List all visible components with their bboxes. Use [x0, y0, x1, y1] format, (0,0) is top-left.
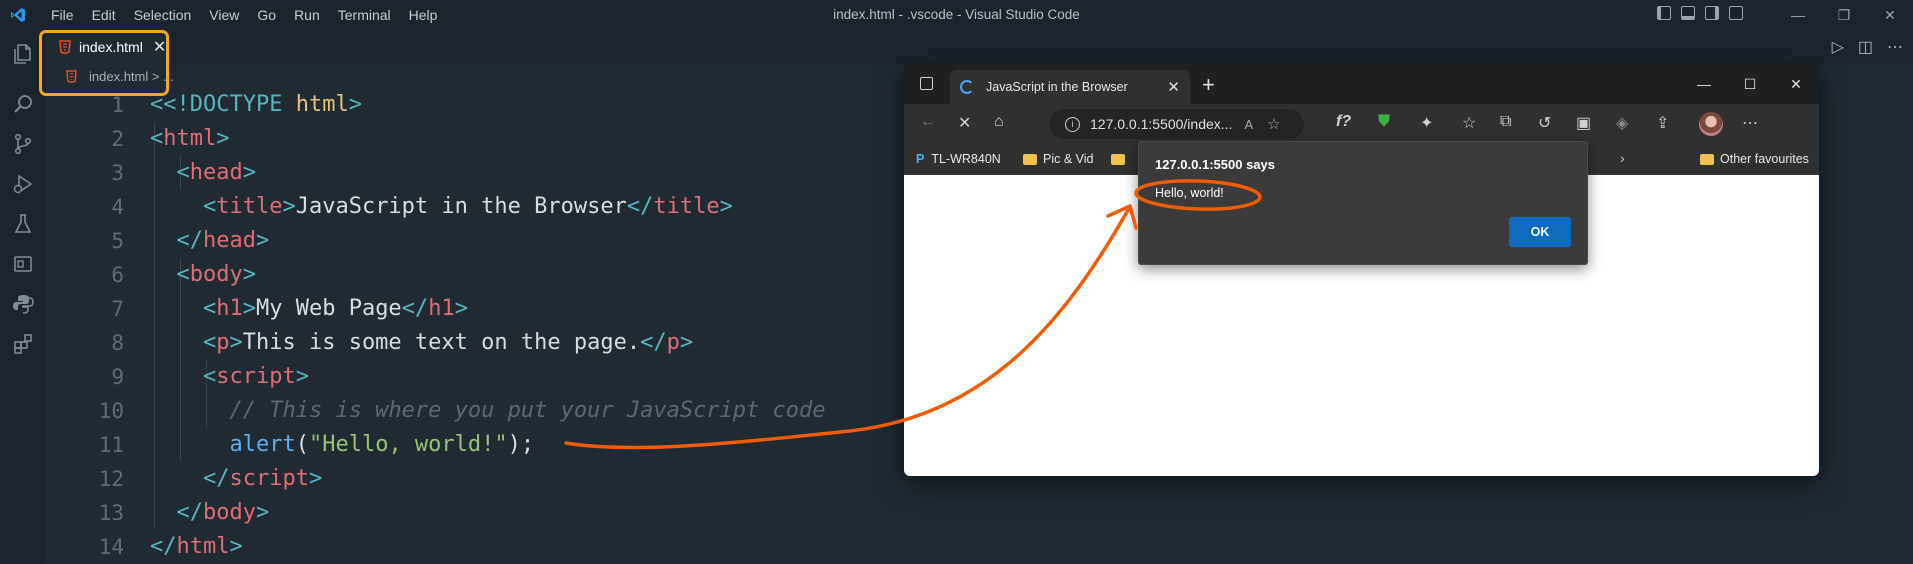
title-bar: File Edit Selection View Go Run Terminal…	[0, 0, 1913, 30]
menu-terminal[interactable]: Terminal	[329, 0, 400, 30]
run-file-icon[interactable]: ▷	[1832, 37, 1844, 57]
favourite-other-favourites[interactable]: Other favourites	[1700, 144, 1809, 174]
browser-tab-close-icon[interactable]: ✕	[1167, 78, 1180, 96]
run-debug-icon[interactable]	[11, 172, 35, 196]
new-tab-button[interactable]: +	[1202, 72, 1215, 98]
formula-icon[interactable]: f?	[1336, 113, 1351, 131]
back-icon[interactable]: ←	[920, 113, 936, 131]
home-icon[interactable]: ⌂	[994, 113, 1004, 131]
customize-layout-icon[interactable]	[1729, 6, 1743, 20]
extensions-icon[interactable]	[11, 332, 35, 356]
site-info-icon[interactable]: i	[1065, 116, 1080, 132]
more-actions-icon[interactable]: ⋯	[1887, 37, 1903, 57]
browser-essentials-icon[interactable]: ◈	[1616, 113, 1628, 133]
minimize-icon[interactable]: —	[1775, 0, 1821, 30]
browser-maximize-icon[interactable]: ☐	[1727, 64, 1773, 104]
collections-icon[interactable]: ⧉	[1500, 113, 1511, 131]
activity-bar	[0, 30, 46, 563]
browser-window-controls: — ☐ ✕	[1681, 64, 1819, 104]
testing-icon[interactable]	[11, 212, 35, 236]
alert-dialog: 127.0.0.1:5500 says Hello, world! OK	[1138, 141, 1588, 265]
favourite-pic-vid[interactable]: Pic & Vid	[1023, 144, 1094, 174]
browser-window: JavaScript in the Browser ✕ + — ☐ ✕ ← ✕ …	[904, 64, 1819, 476]
menu-file[interactable]: File	[42, 0, 83, 30]
share-icon[interactable]: ⇪	[1656, 113, 1669, 133]
window-controls: — ❐ ✕	[1775, 0, 1913, 30]
layout-controls	[1657, 6, 1743, 20]
split-editor-icon[interactable]: ◫	[1858, 37, 1873, 57]
editor-actions: ▷ ◫ ⋯	[1832, 37, 1903, 57]
editor-tab-bar: index.html ✕ ▷ ◫ ⋯	[46, 30, 1913, 64]
ok-button[interactable]: OK	[1509, 217, 1571, 247]
browser-tab-strip: JavaScript in the Browser ✕ + — ☐ ✕	[904, 64, 1819, 104]
files-icon[interactable]	[11, 42, 35, 66]
read-aloud-icon[interactable]: A	[1244, 117, 1253, 132]
tab-actions-icon[interactable]	[920, 77, 933, 90]
python-icon[interactable]	[11, 292, 35, 316]
search-icon[interactable]	[11, 92, 35, 116]
browser-tab-title: JavaScript in the Browser	[986, 80, 1128, 94]
tab-highlight-box	[39, 30, 169, 96]
menu-selection[interactable]: Selection	[125, 0, 201, 30]
loading-spinner-icon	[960, 80, 974, 94]
browser-tab[interactable]: JavaScript in the Browser ✕	[950, 70, 1190, 104]
toggle-primary-sidebar-icon[interactable]	[1657, 6, 1671, 20]
source-control-icon[interactable]	[11, 132, 35, 156]
avatar[interactable]	[1699, 112, 1723, 136]
history-icon[interactable]: ↺	[1538, 113, 1551, 133]
settings-more-icon[interactable]: ⋯	[1742, 113, 1758, 133]
web-capture-icon[interactable]: ▣	[1576, 113, 1591, 133]
menu-edit[interactable]: Edit	[83, 0, 125, 30]
menu-go[interactable]: Go	[248, 0, 285, 30]
browser-minimize-icon[interactable]: —	[1681, 64, 1727, 104]
folder-icon	[1023, 153, 1037, 165]
toggle-panel-icon[interactable]	[1681, 6, 1695, 20]
menu-view[interactable]: View	[200, 0, 248, 30]
folder-icon	[1111, 153, 1125, 165]
close-icon[interactable]: ✕	[1867, 0, 1913, 30]
remote-explorer-icon[interactable]	[11, 252, 35, 276]
tp-link-icon: P	[916, 152, 925, 166]
folder-icon	[1700, 153, 1714, 165]
address-bar[interactable]: i 127.0.0.1:5500/index... A ☆	[1049, 109, 1304, 139]
add-favourite-icon[interactable]: ☆	[1267, 115, 1280, 133]
restore-icon[interactable]: ❐	[1821, 0, 1867, 30]
vscode-logo	[11, 8, 25, 22]
menu-bar: File Edit Selection View Go Run Terminal…	[42, 0, 446, 30]
url-text: 127.0.0.1:5500/index...	[1090, 116, 1233, 132]
browser-toolbar: ← ✕ ⌂ i 127.0.0.1:5500/index... A ☆ f? ⛊…	[904, 104, 1819, 144]
toggle-secondary-sidebar-icon[interactable]	[1705, 6, 1719, 20]
browser-close-icon[interactable]: ✕	[1773, 64, 1819, 104]
favourite-folder[interactable]	[1111, 144, 1131, 174]
favourites-icon[interactable]: ☆	[1462, 113, 1476, 133]
favourites-overflow-icon[interactable]: ›	[1620, 150, 1625, 166]
menu-help[interactable]: Help	[400, 0, 447, 30]
favourite-tl-wr840n[interactable]: P TL-WR840N	[916, 144, 1001, 174]
dialog-title: 127.0.0.1:5500 says	[1155, 157, 1275, 172]
menu-run[interactable]: Run	[285, 0, 329, 30]
stop-loading-icon[interactable]: ✕	[958, 113, 971, 133]
dialog-message: Hello, world!	[1155, 186, 1224, 200]
extensions-puzzle-icon[interactable]: ✦	[1420, 113, 1433, 133]
shield-extension-icon[interactable]: ⛊	[1378, 113, 1390, 131]
